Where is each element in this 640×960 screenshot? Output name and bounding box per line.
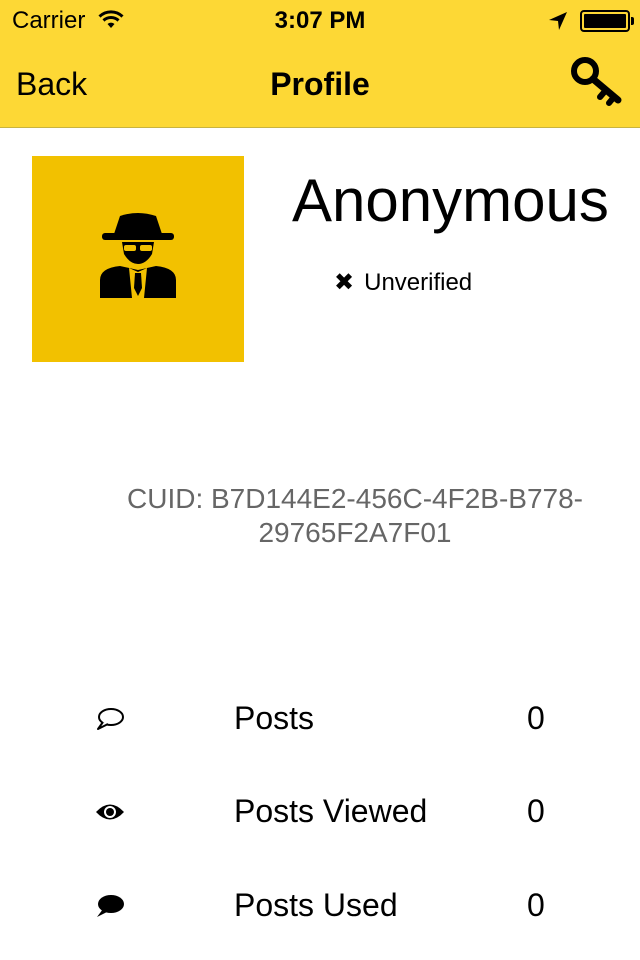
cuid-text: CUID: B7D144E2-456C-4F2B-B778-29765F2A7F… xyxy=(127,483,583,548)
status-bar: Carrier 3:07 PM xyxy=(0,0,640,40)
unverified-icon: ✖ xyxy=(334,269,355,296)
stat-value: 0 xyxy=(527,793,545,829)
avatar xyxy=(32,156,244,362)
speech-bubble-outline-icon xyxy=(94,706,126,732)
stat-label: Posts xyxy=(234,700,315,736)
spy-icon xyxy=(100,213,176,298)
navigation-header: Carrier 3:07 PM Back Profile xyxy=(0,0,640,128)
stat-label: Posts Used xyxy=(234,887,398,923)
stat-row-posts-used: Posts Used 0 xyxy=(0,875,640,935)
verification-status: ✖ Unverified xyxy=(334,268,472,297)
speech-bubble-filled-icon xyxy=(94,893,126,919)
stat-row-posts-viewed: Posts Viewed 0 xyxy=(0,781,640,841)
clock: 3:07 PM xyxy=(274,7,366,34)
stat-label: Posts Viewed xyxy=(234,793,428,829)
verification-label: Unverified xyxy=(364,269,473,296)
profile-name: Anonymous xyxy=(292,167,609,234)
eye-icon xyxy=(94,799,126,825)
stat-value: 0 xyxy=(527,700,545,736)
stat-value: 0 xyxy=(527,887,545,923)
location-arrow-icon xyxy=(548,10,568,38)
key-icon[interactable] xyxy=(570,56,624,106)
stat-row-posts: Posts 0 xyxy=(0,688,640,748)
battery-icon xyxy=(580,10,634,32)
page-title: Profile xyxy=(270,66,370,102)
